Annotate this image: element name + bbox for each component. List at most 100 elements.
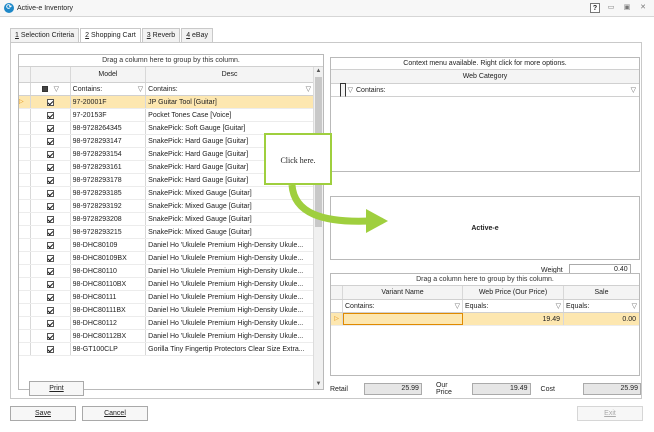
row-checkbox-cell[interactable] <box>31 304 71 316</box>
desc-cell[interactable]: Daniel Ho 'Ukulele Premium High-Density … <box>146 278 313 290</box>
model-cell[interactable]: 98-DHC80110BX <box>71 278 147 290</box>
row-checkbox-cell[interactable] <box>30 96 71 108</box>
model-cell[interactable]: 98-DHC80111 <box>71 291 147 303</box>
sale-cell[interactable]: 0.00 <box>564 313 639 325</box>
row-checkbox-cell[interactable] <box>31 317 71 329</box>
desc-cell[interactable]: Daniel Ho 'Ukulele Premium High-Density … <box>146 304 313 316</box>
group-by-panel[interactable]: Drag a column here to group by this colu… <box>331 274 639 286</box>
filter-icon[interactable]: ▽ <box>306 83 311 95</box>
row-checkbox-cell[interactable] <box>31 109 71 121</box>
model-cell[interactable]: 98-9728264345 <box>71 122 147 134</box>
row-checkbox[interactable] <box>46 280 54 288</box>
column-header-web-price[interactable]: Web Price (Our Price) <box>463 286 564 299</box>
row-checkbox-cell[interactable] <box>31 265 71 277</box>
row-checkbox-cell[interactable] <box>31 291 71 303</box>
tab-selection-criteria[interactable]: 1 Selection Criteria <box>10 28 80 43</box>
row-checkbox-cell[interactable] <box>31 135 71 147</box>
table-row[interactable]: ▷ 97-20001F JP Guitar Tool [Guitar] <box>19 96 313 109</box>
products-grid[interactable]: Drag a column here to group by this colu… <box>18 54 324 390</box>
row-checkbox[interactable] <box>46 215 54 223</box>
model-cell[interactable]: 98-9728293208 <box>71 213 147 225</box>
model-filter-cell[interactable]: Contains: ▽ <box>71 83 147 95</box>
table-row[interactable]: 98-9728293192 SnakePick: Mixed Gauge [Gui… <box>19 200 313 213</box>
row-checkbox[interactable] <box>46 150 54 158</box>
row-checkbox-cell[interactable] <box>31 187 71 199</box>
close-icon[interactable]: ✕ <box>638 3 648 13</box>
row-checkbox[interactable] <box>46 176 54 184</box>
row-checkbox[interactable] <box>46 241 54 249</box>
column-header-desc[interactable]: Desc <box>146 67 313 82</box>
table-row[interactable]: 98-DHC80111BX Daniel Ho 'Ukulele Premium … <box>19 304 313 317</box>
row-checkbox-cell[interactable] <box>31 174 71 186</box>
filter-icon[interactable]: ▽ <box>348 87 353 94</box>
help-button[interactable]: ? <box>590 3 600 13</box>
row-checkbox-cell[interactable] <box>31 148 71 160</box>
table-row[interactable]: 98-DHC80111 Daniel Ho 'Ukulele Premium Hi… <box>19 291 313 304</box>
print-button[interactable]: Print <box>29 381 84 396</box>
table-row[interactable]: 98-9728293185 SnakePick: Mixed Gauge [Gui… <box>19 187 313 200</box>
model-cell[interactable]: 98-9728293161 <box>71 161 147 173</box>
variant-name-cell[interactable] <box>343 313 463 325</box>
row-checkbox-cell[interactable] <box>31 239 71 251</box>
model-cell[interactable]: 98-9728293178 <box>71 174 147 186</box>
row-checkbox[interactable] <box>46 267 54 275</box>
row-checkbox[interactable] <box>46 319 54 327</box>
web-category-grid[interactable]: Context menu available. Right click for … <box>330 57 640 172</box>
row-checkbox[interactable] <box>46 202 54 210</box>
scroll-down-icon[interactable]: ▼ <box>314 380 323 389</box>
variant-row[interactable]: ▷ 19.49 0.00 <box>331 313 639 326</box>
select-all-filter[interactable]: ▽ <box>31 83 71 95</box>
select-all-checkbox[interactable] <box>339 83 346 97</box>
select-column-header[interactable] <box>31 67 71 82</box>
filter-icon[interactable]: ▽ <box>54 86 59 93</box>
desc-cell[interactable]: Daniel Ho 'Ukulele Premium High-Density … <box>146 330 313 342</box>
web-price-cell[interactable]: 19.49 <box>463 313 564 325</box>
model-cell[interactable]: 98-GT100CLP <box>71 343 147 355</box>
row-checkbox-cell[interactable] <box>31 161 71 173</box>
model-cell[interactable]: 98-9728293185 <box>71 187 147 199</box>
column-header-sale[interactable]: Sale <box>564 286 639 299</box>
row-checkbox[interactable] <box>46 189 54 197</box>
variant-name-filter[interactable]: Contains: ▽ <box>343 300 463 312</box>
model-cell[interactable]: 98-DHC80112BX <box>71 330 147 342</box>
row-checkbox[interactable] <box>46 124 54 132</box>
row-checkbox[interactable] <box>46 98 54 106</box>
tab-reverb[interactable]: 3 Reverb <box>141 28 181 43</box>
column-header-model[interactable]: Model <box>71 67 147 82</box>
row-checkbox-cell[interactable] <box>31 343 71 355</box>
desc-cell[interactable]: Daniel Ho 'Ukulele Premium High-Density … <box>146 252 313 264</box>
row-checkbox[interactable] <box>46 293 54 301</box>
table-row[interactable]: 98-DHC80110 Daniel Ho 'Ukulele Premium Hi… <box>19 265 313 278</box>
model-cell[interactable]: 98-DHC80111BX <box>71 304 147 316</box>
row-checkbox[interactable] <box>46 163 54 171</box>
column-header-web-category[interactable]: Web Category <box>331 70 639 84</box>
table-row[interactable]: 98-DHC80110BX Daniel Ho 'Ukulele Premium … <box>19 278 313 291</box>
table-row[interactable]: 98-GT100CLP Gorilla Tiny Fingertip Protec… <box>19 343 313 356</box>
filter-icon[interactable]: ▽ <box>455 300 460 312</box>
desc-cell[interactable]: Daniel Ho 'Ukulele Premium High-Density … <box>146 291 313 303</box>
table-row[interactable]: 98-DHC80112BX Daniel Ho 'Ukulele Premium … <box>19 330 313 343</box>
model-cell[interactable]: 97-20001F <box>70 96 147 108</box>
column-header-variant-name[interactable]: Variant Name <box>343 286 463 299</box>
row-checkbox[interactable] <box>46 111 54 119</box>
variants-grid[interactable]: Drag a column here to group by this colu… <box>330 273 640 376</box>
web-price-filter[interactable]: Equals: ▽ <box>463 300 564 312</box>
desc-cell[interactable]: JP Guitar Tool [Guitar] <box>146 96 313 108</box>
filter-icon[interactable]: ▽ <box>556 300 561 312</box>
table-row[interactable]: 98-9728293208 SnakePick: Mixed Gauge [Gui… <box>19 213 313 226</box>
row-checkbox[interactable] <box>46 332 54 340</box>
table-row[interactable]: 97-20153F Pocket Tones Case [Voice] <box>19 109 313 122</box>
group-by-panel[interactable]: Drag a column here to group by this colu… <box>19 55 323 67</box>
minimize-icon[interactable]: ▭ <box>606 3 616 13</box>
row-checkbox[interactable] <box>46 306 54 314</box>
model-cell[interactable]: 98-DHC80109 <box>71 239 147 251</box>
desc-cell[interactable]: Daniel Ho 'Ukulele Premium High-Density … <box>146 265 313 277</box>
save-button[interactable]: Save <box>10 406 76 421</box>
maximize-icon[interactable]: ▣ <box>622 3 632 13</box>
filter-icon[interactable]: ▽ <box>631 84 636 97</box>
table-row[interactable]: 98-9728293215 SnakePick: Mixed Gauge [Gui… <box>19 226 313 239</box>
model-cell[interactable]: 98-9728293154 <box>71 148 147 160</box>
table-row[interactable]: 98-DHC80109BX Daniel Ho 'Ukulele Premium … <box>19 252 313 265</box>
model-cell[interactable]: 98-9728293192 <box>71 200 147 212</box>
desc-cell[interactable]: Daniel Ho 'Ukulele Premium High-Density … <box>146 239 313 251</box>
